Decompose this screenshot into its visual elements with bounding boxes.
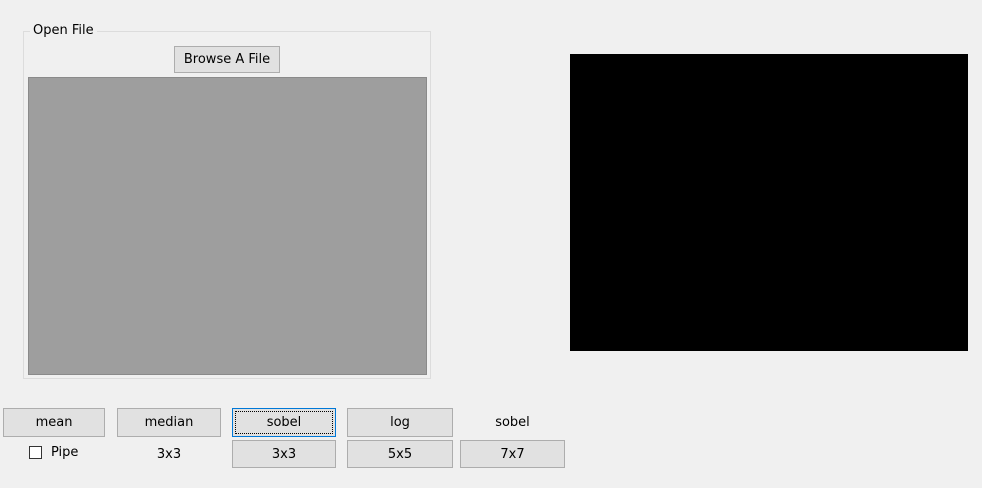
log-button[interactable]: log [347, 408, 453, 437]
source-image [28, 77, 427, 375]
sobel-caption: sobel [495, 415, 530, 430]
median-button-label: median [144, 415, 194, 430]
kernel-3x3-button[interactable]: 3x3 [232, 440, 336, 468]
pipe-checkbox-label: Pipe [51, 445, 79, 460]
open-file-group-title: Open File [30, 22, 97, 40]
kernel-7x7-button[interactable]: 7x7 [460, 440, 565, 468]
sobel-button-focus-ring [235, 411, 333, 434]
log-button-label: log [390, 415, 410, 430]
size-3x3-label: 3x3 [156, 446, 182, 462]
kernel-5x5-button-label: 5x5 [387, 446, 413, 462]
browse-file-button-label: Browse A File [183, 52, 271, 67]
kernel-7x7-button-label: 7x7 [500, 446, 525, 462]
sobel-button[interactable]: sobel [232, 408, 336, 437]
median-button[interactable]: median [117, 408, 221, 437]
browse-file-button[interactable]: Browse A File [174, 46, 280, 73]
kernel-3x3-button-label: 3x3 [271, 446, 297, 462]
kernel-5x5-button[interactable]: 5x5 [347, 440, 453, 468]
pipe-checkbox[interactable] [29, 446, 42, 459]
pipe-checkbox-row[interactable]: Pipe [29, 445, 78, 460]
mean-button[interactable]: mean [3, 408, 105, 437]
mean-button-label: mean [35, 415, 73, 430]
edge-detection-result-image [570, 54, 968, 351]
